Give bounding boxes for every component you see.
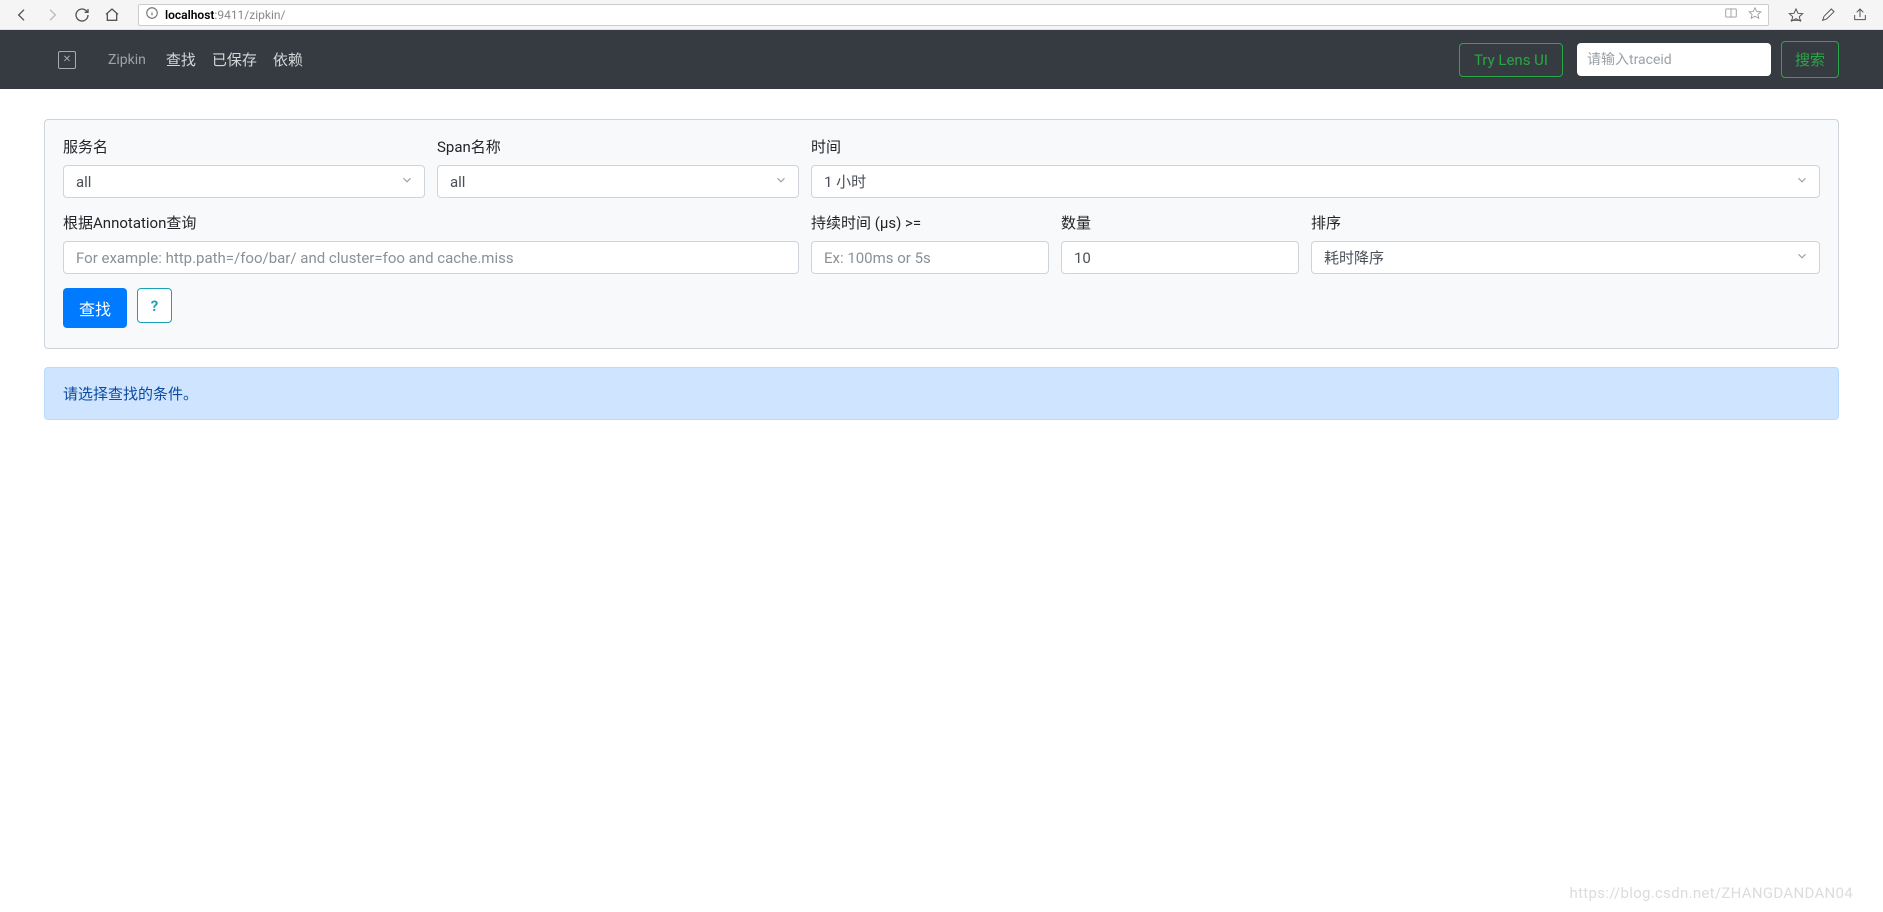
reading-view-icon[interactable] (1724, 6, 1738, 24)
select-service-value: all (76, 173, 91, 191)
zipkin-logo-icon[interactable]: ✕ (58, 51, 76, 69)
star-icon[interactable] (1748, 6, 1762, 24)
select-time-value: 1 小时 (824, 171, 866, 192)
brand-text[interactable]: Zipkin (108, 52, 146, 68)
label-sort: 排序 (1311, 212, 1820, 233)
select-span[interactable]: all (437, 165, 799, 198)
field-service: 服务名 all (63, 136, 425, 198)
alert-text: 请选择查找的条件。 (63, 385, 198, 403)
home-button[interactable] (100, 3, 124, 27)
back-button[interactable] (10, 3, 34, 27)
question-icon: ? (151, 297, 158, 315)
row-1: 服务名 all Span名称 all (63, 136, 1820, 198)
button-row: 查找 ? (63, 288, 1820, 328)
traceid-search-button[interactable]: 搜索 (1781, 41, 1839, 78)
info-alert: 请选择查找的条件。 (44, 367, 1839, 420)
chevron-down-icon (400, 173, 414, 191)
label-annotation: 根据Annotation查询 (63, 212, 799, 233)
label-service: 服务名 (63, 136, 425, 157)
row-2: 根据Annotation查询 持续时间 (µs) >= 数量 排序 耗时降序 (63, 212, 1820, 274)
field-span: Span名称 all (437, 136, 799, 198)
select-service[interactable]: all (63, 165, 425, 198)
chevron-down-icon (1795, 173, 1809, 191)
try-lens-button[interactable]: Try Lens UI (1459, 43, 1563, 77)
label-limit: 数量 (1061, 212, 1299, 233)
select-sort-value: 耗时降序 (1324, 247, 1384, 268)
input-limit[interactable] (1061, 241, 1299, 274)
find-button[interactable]: 查找 (63, 288, 127, 328)
traceid-input[interactable] (1577, 43, 1771, 76)
url-text: localhost:9411/zipkin/ (165, 8, 1714, 22)
notes-button[interactable] (1815, 3, 1841, 27)
url-bar[interactable]: localhost:9411/zipkin/ (138, 4, 1769, 26)
search-panel: 服务名 all Span名称 all (44, 119, 1839, 349)
main-content: 服务名 all Span名称 all (0, 89, 1883, 450)
input-duration[interactable] (811, 241, 1049, 274)
field-limit: 数量 (1061, 212, 1299, 274)
watermark-text: https://blog.csdn.net/ZHANGDANDAN04 (1570, 884, 1853, 902)
share-button[interactable] (1847, 3, 1873, 27)
chevron-down-icon (1795, 249, 1809, 267)
field-sort: 排序 耗时降序 (1311, 212, 1820, 274)
label-span: Span名称 (437, 136, 799, 157)
field-annotation: 根据Annotation查询 (63, 212, 799, 274)
nav-dependencies[interactable]: 依赖 (273, 49, 303, 70)
input-annotation[interactable] (63, 241, 799, 274)
label-time: 时间 (811, 136, 1820, 157)
field-time: 时间 1 小时 (811, 136, 1820, 198)
label-duration: 持续时间 (µs) >= (811, 212, 1049, 233)
nav-find[interactable]: 查找 (166, 49, 196, 70)
refresh-button[interactable] (70, 3, 94, 27)
url-host: localhost (165, 8, 214, 22)
field-duration: 持续时间 (µs) >= (811, 212, 1049, 274)
zipkin-header: ✕ Zipkin 查找 已保存 依赖 Try Lens UI 搜索 (0, 30, 1883, 89)
url-path: :9411/zipkin/ (214, 8, 285, 22)
nav-saved[interactable]: 已保存 (212, 49, 257, 70)
info-icon (145, 6, 159, 23)
browser-toolbar: localhost:9411/zipkin/ (0, 0, 1883, 30)
forward-button[interactable] (40, 3, 64, 27)
select-span-value: all (450, 173, 465, 191)
chevron-down-icon (774, 173, 788, 191)
select-time[interactable]: 1 小时 (811, 165, 1820, 198)
favorites-button[interactable] (1783, 3, 1809, 27)
help-button[interactable]: ? (137, 288, 172, 323)
select-sort[interactable]: 耗时降序 (1311, 241, 1820, 274)
